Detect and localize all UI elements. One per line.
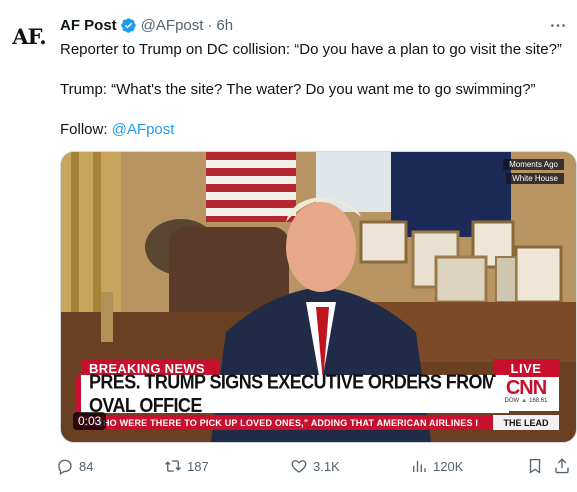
dow-up-arrow-icon: ▲ (521, 398, 528, 404)
like-button[interactable]: 3.1K (290, 456, 340, 476)
dow-label: DOW (504, 398, 520, 404)
view-count: 120K (433, 458, 464, 474)
bookmark-button[interactable] (526, 456, 544, 476)
chyron-headline: PRES. TRUMP SIGNS EXECUTIVE ORDERS FROM … (75, 370, 509, 416)
more-icon[interactable] (549, 16, 567, 34)
follow-link[interactable]: @AFpost (112, 121, 175, 138)
tweet-follow-line: Follow: @AFpost (60, 120, 570, 140)
like-icon (291, 460, 307, 473)
avatar[interactable]: AF. (9, 16, 49, 56)
bookmark-icon (529, 458, 541, 474)
follow-label: Follow: (60, 121, 112, 138)
views-icon (413, 460, 426, 472)
reply-count: 84 (79, 458, 94, 474)
share-button[interactable] (553, 456, 571, 476)
views-button[interactable]: 120K (410, 456, 463, 476)
reply-button[interactable]: 84 (56, 456, 93, 476)
show-name: THE LEAD (493, 415, 559, 430)
share-icon (555, 458, 569, 474)
verified-badge-icon (120, 17, 137, 34)
video-player[interactable]: Moments Ago White House BREAKING NEWS LI… (60, 151, 577, 443)
dow-value: 168.61 (529, 398, 548, 404)
dow-ticker: DOW ▲ 168.61 (505, 398, 548, 404)
like-count: 3.1K (313, 458, 340, 474)
network-box: CNN DOW ▲ 168.61 (493, 377, 559, 411)
news-ticker: "... WHO WERE THERE TO PICK UP LOVED ONE… (75, 415, 499, 430)
display-name[interactable]: AF Post (60, 17, 117, 34)
action-bar: 84 187 3.1K 120K (56, 456, 571, 476)
tweet-header: AF Post @AFpost · 6h (60, 15, 233, 35)
separator: · (207, 16, 213, 34)
repost-count: 187 (187, 458, 209, 474)
tweet-line-2: Trump: “What's the site? The water? Do y… (60, 81, 536, 98)
cnn-logo: CNN (505, 377, 547, 399)
handle[interactable]: @AFpost (141, 17, 204, 34)
video-timer: 0:03 (73, 412, 107, 430)
timestamp[interactable]: 6h (216, 17, 233, 34)
reply-icon (58, 459, 72, 475)
tweet-line-1: Reporter to Trump on DC collision: “Do y… (60, 41, 562, 58)
moments-ago-tag: Moments Ago (503, 159, 564, 170)
tweet-text: Reporter to Trump on DC collision: “Do y… (60, 40, 570, 160)
location-tag: White House (506, 173, 564, 184)
repost-icon (165, 460, 181, 472)
repost-button[interactable]: 187 (164, 456, 209, 476)
tweet-card[interactable]: AF. AF Post @AFpost · 6h Reporter to Tru… (0, 0, 577, 492)
